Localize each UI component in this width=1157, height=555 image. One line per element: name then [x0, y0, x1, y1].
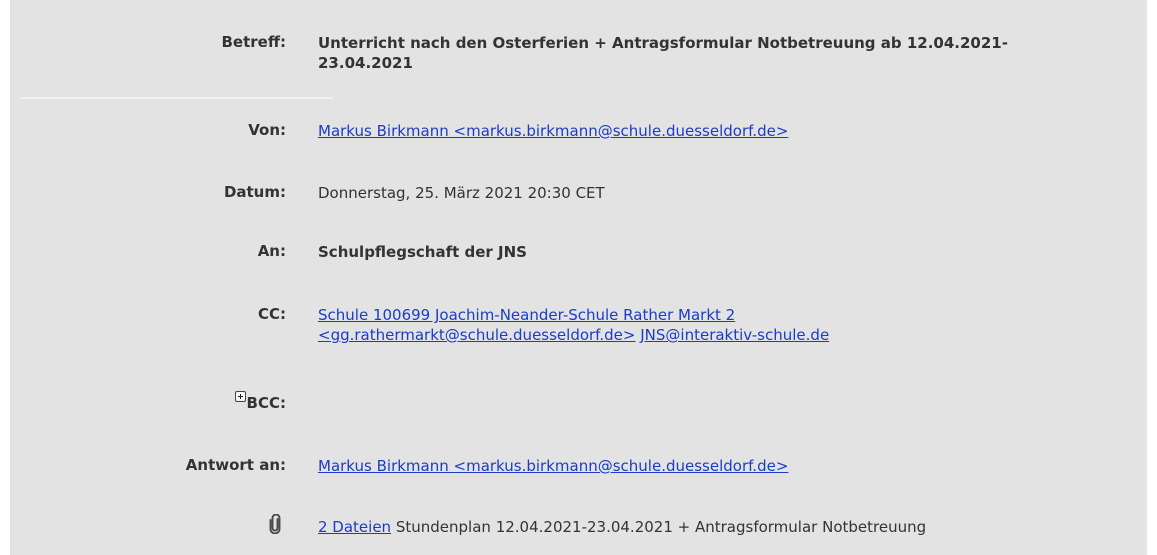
cc-recipient-link-2[interactable]: JNS@interaktiv-schule.de: [640, 326, 829, 344]
from-link[interactable]: Markus Birkmann <markus.birkmann@schule.…: [318, 122, 788, 140]
paperclip-icon: [269, 514, 281, 534]
cc-label: CC:: [257, 305, 286, 323]
to-value: Schulpflegschaft der JNS: [318, 243, 527, 261]
bcc-label-group: BCC:: [10, 391, 286, 412]
email-header-panel: Betreff: Unterricht nach den Osterferien…: [10, 0, 1147, 555]
divider: [20, 97, 333, 99]
attachments-description: Stundenplan 12.04.2021-23.04.2021 + Antr…: [395, 518, 927, 536]
from-label: Von:: [248, 121, 286, 139]
reply-to-link[interactable]: Markus Birkmann <markus.birkmann@schule.…: [318, 457, 788, 475]
attachments-count-link[interactable]: 2 Dateien: [318, 518, 391, 536]
date-label: Datum:: [223, 183, 286, 201]
date-value: Donnerstag, 25. März 2021 20:30 CET: [318, 184, 605, 202]
reply-to-label: Antwort an:: [185, 456, 286, 474]
expand-plus-icon[interactable]: [234, 391, 246, 402]
subject-value: Unterricht nach den Osterferien + Antrag…: [318, 34, 1008, 72]
to-label: An:: [257, 242, 286, 260]
subject-label: Betreff:: [221, 33, 287, 51]
bcc-label: BCC:: [246, 394, 286, 412]
